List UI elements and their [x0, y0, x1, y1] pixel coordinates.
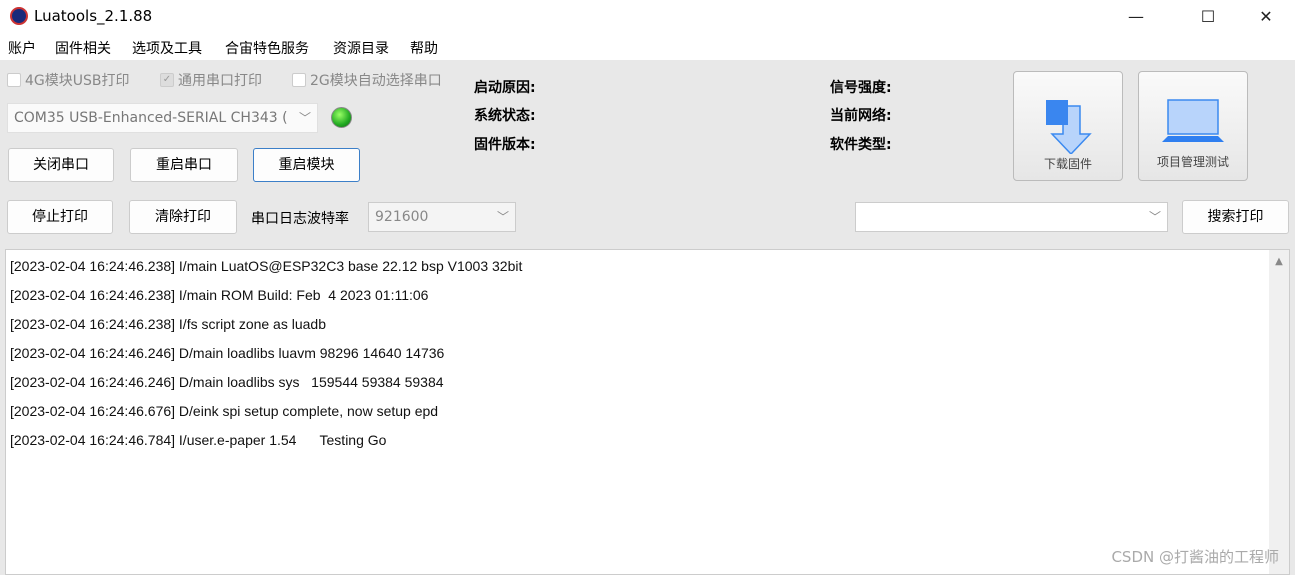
checkbox-label: 4G模块USB打印: [25, 73, 130, 89]
restart-port-button[interactable]: 重启串口: [130, 148, 238, 182]
stop-print-button[interactable]: 停止打印: [7, 200, 113, 234]
system-status-label: 系统状态:: [474, 108, 536, 124]
close-button[interactable]: ✕: [1243, 4, 1289, 30]
scrollbar[interactable]: ▲: [1269, 250, 1289, 574]
port-select[interactable]: COM35 USB-Enhanced-SERIAL CH343 ( ﹀: [7, 103, 318, 133]
checkbox-uart-print[interactable]: ✓ 通用串口打印: [160, 70, 262, 90]
checkbox-box[interactable]: [7, 73, 21, 87]
software-type-label: 软件类型:: [830, 137, 892, 153]
network-label: 当前网络:: [830, 108, 892, 124]
baud-select[interactable]: 921600 ﹀: [368, 202, 516, 232]
menu-help[interactable]: 帮助: [410, 38, 438, 58]
checkbox-box[interactable]: ✓: [160, 73, 174, 87]
download-icon: [1046, 100, 1092, 156]
menu-resources[interactable]: 资源目录: [333, 38, 389, 58]
download-firmware-button[interactable]: 下载固件: [1013, 71, 1123, 181]
restart-module-button[interactable]: 重启模块: [253, 148, 360, 182]
log-line: [2023-02-04 16:24:46.246] D/main loadlib…: [10, 374, 444, 390]
menu-options-tools[interactable]: 选项及工具: [132, 38, 202, 58]
checkbox-box[interactable]: [292, 73, 306, 87]
maximize-button[interactable]: ☐: [1185, 4, 1231, 30]
menu-services[interactable]: 合宙特色服务: [225, 38, 309, 58]
minimize-button[interactable]: —: [1113, 4, 1159, 30]
laptop-icon: [1162, 99, 1224, 142]
window-title: Luatools_2.1.88: [34, 7, 153, 25]
chevron-down-icon: ﹀: [1148, 210, 1161, 224]
log-line: [2023-02-04 16:24:46.238] I/main ROM Bui…: [10, 287, 429, 303]
checkbox-2g-auto[interactable]: 2G模块自动选择串口: [292, 70, 442, 90]
status-led-icon: [331, 107, 352, 128]
log-line: [2023-02-04 16:24:46.238] I/main LuatOS@…: [10, 258, 523, 274]
checkbox-4g-usb[interactable]: 4G模块USB打印: [7, 70, 130, 90]
signal-label: 信号强度:: [830, 80, 892, 96]
log-line: [2023-02-04 16:24:46.784] I/user.e-paper…: [10, 432, 387, 448]
app-logo-icon: [10, 7, 28, 25]
search-select[interactable]: ﹀: [855, 202, 1168, 232]
menu-firmware[interactable]: 固件相关: [55, 38, 111, 58]
checkbox-label: 通用串口打印: [178, 73, 262, 89]
boot-reason-label: 启动原因:: [474, 80, 536, 96]
chevron-down-icon: ﹀: [496, 210, 509, 224]
watermark: CSDN @打酱油的工程师: [1111, 548, 1279, 566]
checkbox-label: 2G模块自动选择串口: [310, 73, 442, 89]
title-bar: Luatools_2.1.88 — ☐ ✕: [0, 0, 1295, 34]
project-test-label: 项目管理测试: [1156, 155, 1229, 169]
project-test-button[interactable]: 项目管理测试: [1138, 71, 1248, 181]
port-value: COM35 USB-Enhanced-SERIAL CH343 (: [14, 110, 288, 126]
log-line: [2023-02-04 16:24:46.246] D/main loadlib…: [10, 345, 445, 361]
firmware-version-label: 固件版本:: [474, 137, 536, 153]
scroll-up-icon[interactable]: ▲: [1269, 256, 1289, 267]
log-output[interactable]: [2023-02-04 16:24:46.238] I/main LuatOS@…: [5, 249, 1290, 575]
clear-print-button[interactable]: 清除打印: [129, 200, 237, 234]
chevron-down-icon: ﹀: [294, 104, 311, 132]
menu-account[interactable]: 账户: [8, 38, 36, 58]
search-print-button[interactable]: 搜索打印: [1182, 200, 1289, 234]
close-port-button[interactable]: 关闭串口: [8, 148, 114, 182]
baud-value: 921600: [375, 209, 429, 225]
menu-bar: 账户 固件相关 选项及工具 合宙特色服务 资源目录 帮助: [0, 34, 1295, 60]
log-line: [2023-02-04 16:24:46.238] I/fs script zo…: [10, 316, 326, 332]
download-firmware-label: 下载固件: [1043, 157, 1092, 171]
baud-label: 串口日志波特率: [251, 211, 349, 227]
log-line: [2023-02-04 16:24:46.676] D/eink spi set…: [10, 403, 439, 419]
